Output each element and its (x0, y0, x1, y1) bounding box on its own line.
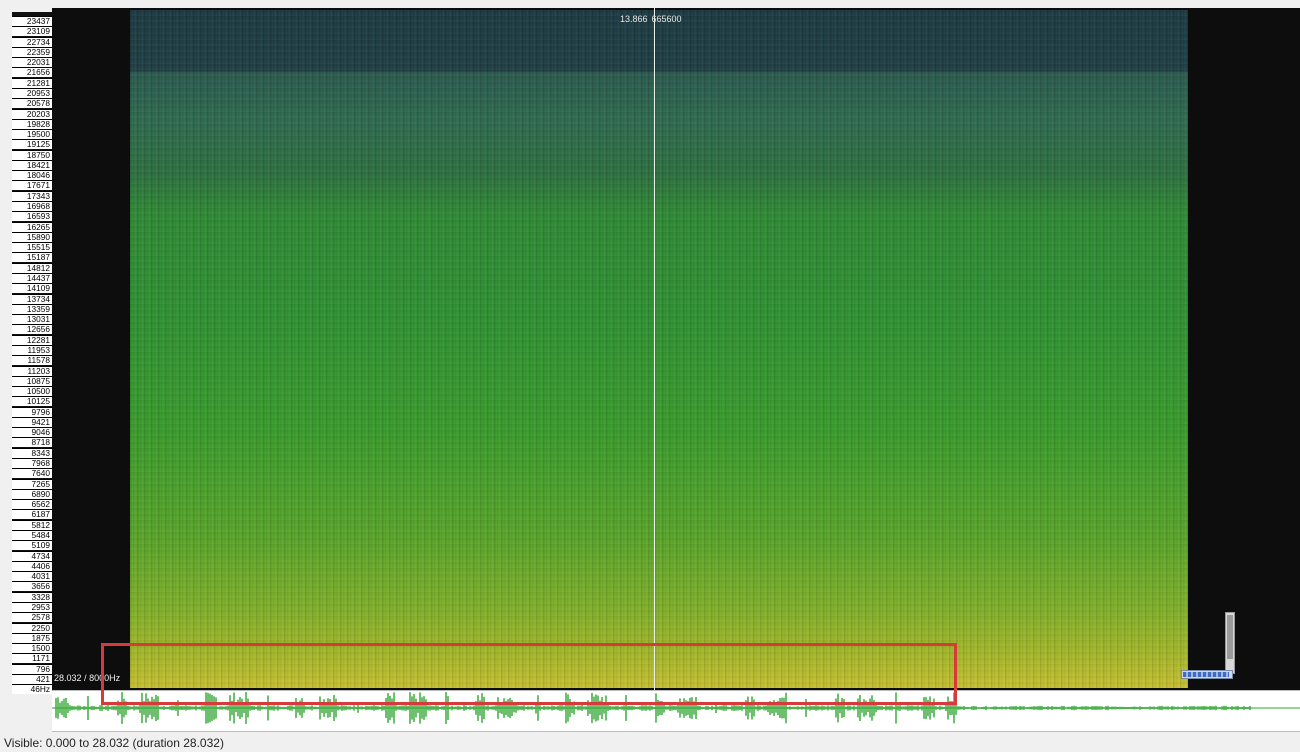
freq-tick-label: 22359 (12, 46, 52, 57)
freq-tick-label: 8718 (12, 437, 52, 448)
cursor-time: 13.866 (620, 14, 648, 24)
freq-tick-label: 1171 (12, 653, 52, 664)
freq-tick-label: 19125 (12, 139, 52, 150)
freq-tick-label: 10875 (12, 375, 52, 386)
freq-tick-label: 3328 (12, 591, 52, 602)
vertical-zoom-thumb[interactable] (1227, 615, 1233, 659)
freq-tick-label: 14109 (12, 283, 52, 294)
freq-tick-label: 16265 (12, 221, 52, 232)
freq-tick-label: 7265 (12, 478, 52, 489)
freq-tick-label: 5109 (12, 540, 52, 551)
freq-tick-label: 12656 (12, 324, 52, 335)
playback-cursor[interactable] (654, 8, 655, 690)
freq-tick-label: 9796 (12, 406, 52, 417)
freq-tick-label: 16968 (12, 201, 52, 212)
freq-tick-label: 23109 (12, 26, 52, 37)
freq-tick-label: 21281 (12, 77, 52, 88)
freq-tick-label: 5812 (12, 519, 52, 530)
frequency-axis: 23437 23109 22734 22359 22031 21656 21281 20953… (12, 12, 53, 695)
freq-tick-label: 20953 (12, 87, 52, 98)
freq-tick-label: 4406 (12, 560, 52, 571)
freq-tick-label: 13031 (12, 314, 52, 325)
freq-tick-label: 19500 (12, 129, 52, 140)
freq-tick-label: 21656 (12, 67, 52, 78)
freq-tick-label: 15187 (12, 252, 52, 263)
freq-tick-label: 6187 (12, 509, 52, 520)
status-bar: Visible: 0.000 to 28.032 (duration 28.03… (0, 734, 1300, 752)
horizontal-zoom-thumb[interactable] (1183, 672, 1229, 677)
freq-tick-label: 11578 (12, 355, 52, 366)
spectrogram-image[interactable] (130, 10, 1188, 688)
freq-tick-label: 8343 (12, 447, 52, 458)
freq-tick-label: 46Hz (12, 684, 52, 695)
freq-tick-label: 2578 (12, 612, 52, 623)
freq-tick-label: 9421 (12, 416, 52, 427)
selection-highlight-box (101, 643, 957, 705)
spectrogram-app: 23437 23109 22734 22359 22031 21656 21281 20953… (0, 0, 1300, 752)
freq-tick-label: 2250 (12, 622, 52, 633)
freq-tick-label: 18046 (12, 170, 52, 181)
freq-tick-label: 20203 (12, 108, 52, 119)
freq-tick-label: 14812 (12, 262, 52, 273)
freq-tick-label: 15890 (12, 231, 52, 242)
cursor-readout: 13.866 665600 (620, 14, 686, 24)
freq-tick-label: 14437 (12, 273, 52, 283)
freq-tick-label: 13359 (12, 303, 52, 314)
freq-tick-label: 13734 (12, 293, 52, 304)
vertical-zoom-scrollbar[interactable] (1225, 612, 1235, 674)
freq-tick-label: 23437 (12, 16, 52, 26)
freq-tick-label: 18750 (12, 149, 52, 160)
freq-tick-label: 1875 (12, 632, 52, 643)
freq-tick-label: 22734 (12, 36, 52, 47)
freq-tick-label: 9046 (12, 427, 52, 438)
freq-tick-label: 11203 (12, 365, 52, 376)
left-padding (52, 8, 130, 690)
freq-tick-label: 16593 (12, 211, 52, 222)
right-padding (1188, 8, 1300, 690)
freq-tick-label: 10125 (12, 396, 52, 407)
freq-tick-label: 7968 (12, 458, 52, 469)
freq-tick-label: 18421 (12, 159, 52, 170)
status-text: Visible: 0.000 to 28.032 (duration 28.03… (4, 736, 224, 750)
horizontal-zoom-scrollbar[interactable] (1181, 670, 1233, 679)
freq-tick-label: 421 (12, 673, 52, 684)
freq-tick-label: 7640 (12, 468, 52, 479)
spectrogram-texture-h (130, 10, 1188, 688)
freq-tick-label: 17671 (12, 180, 52, 191)
freq-tick-label: 1500 (12, 643, 52, 654)
freq-tick-label: 6890 (12, 488, 52, 499)
freq-tick-label: 22031 (12, 57, 52, 68)
freq-tick-label: 3656 (12, 581, 52, 592)
freq-tick-label: 11953 (12, 344, 52, 355)
freq-tick-label: 4734 (12, 550, 52, 561)
view-duration: 28.032 (54, 673, 82, 683)
view-separator: / (84, 673, 87, 683)
freq-tick-label: 10500 (12, 386, 52, 397)
freq-tick-label: 15515 (12, 242, 52, 253)
freq-tick-label: 4031 (12, 571, 52, 582)
freq-tick-label: 2953 (12, 601, 52, 612)
freq-tick-label: 796 (12, 663, 52, 674)
freq-tick-label: 12281 (12, 334, 52, 345)
cursor-value: 665600 (651, 14, 682, 24)
freq-tick-label: 17343 (12, 190, 52, 201)
freq-tick-label: 20578 (12, 98, 52, 109)
freq-tick-label: 5484 (12, 530, 52, 540)
freq-tick-label: 6562 (12, 499, 52, 510)
freq-tick-label: 19828 (12, 118, 52, 129)
spectrogram-view[interactable]: 13.866 665600 28.032 / 8000Hz (52, 8, 1300, 690)
